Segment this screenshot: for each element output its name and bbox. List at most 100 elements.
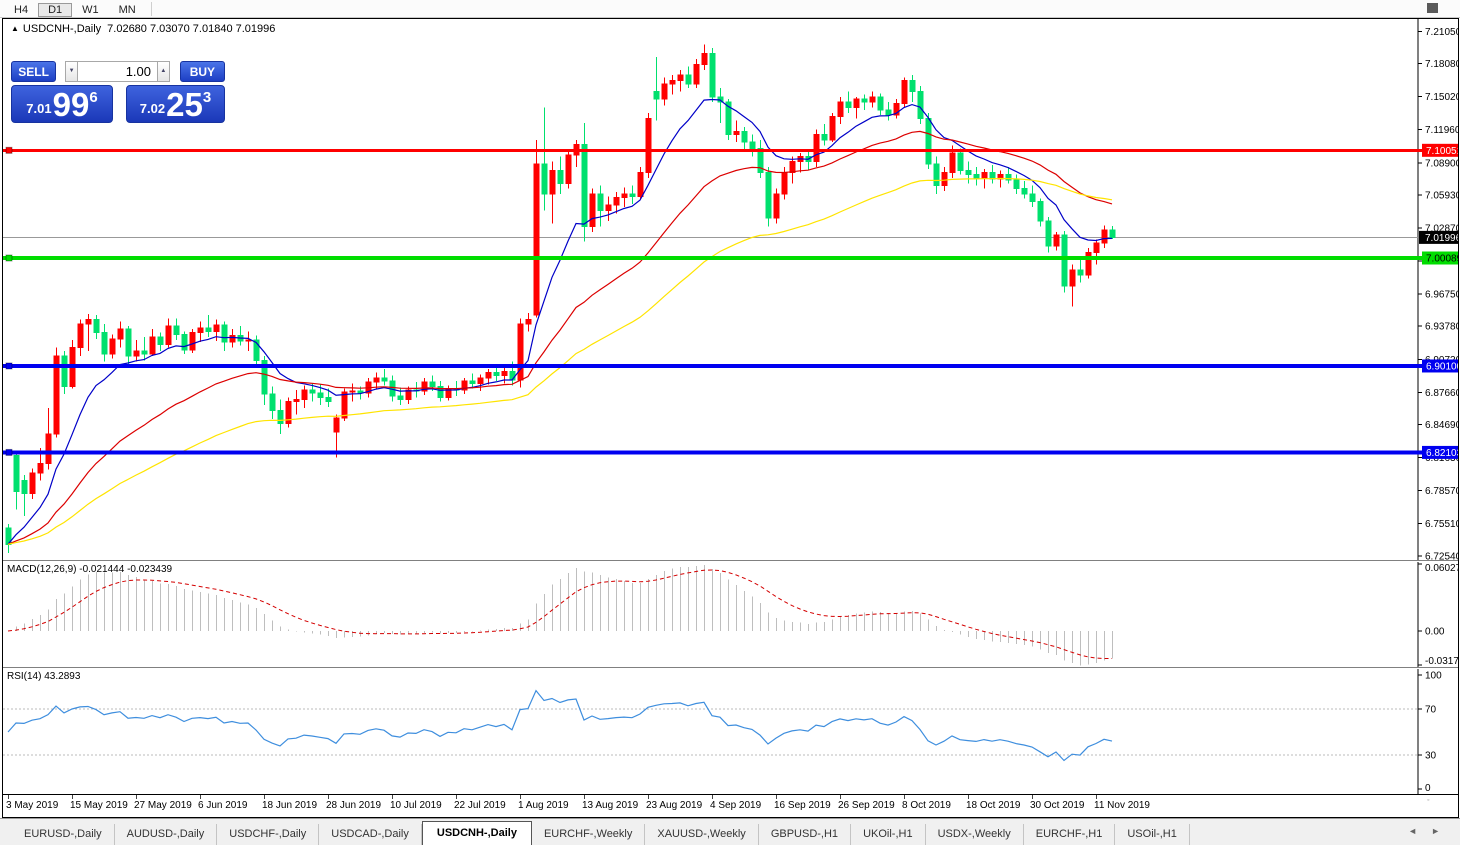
- svg-text:7.05930: 7.05930: [1425, 190, 1458, 201]
- svg-text:0.00: 0.00: [1425, 627, 1445, 638]
- rsi-pane[interactable]: RSI(14) 43.2893 100 70 30 0: [3, 669, 1458, 794]
- svg-text:6.78570: 6.78570: [1425, 486, 1458, 497]
- svg-text:6.90100: 6.90100: [1426, 361, 1458, 372]
- x-axis-tick: [840, 795, 841, 799]
- timeframe-toolbar: H4D1W1MN: [0, 0, 1460, 18]
- x-axis-tick: [1032, 795, 1033, 799]
- timeframe-buttons: H4D1W1MN: [4, 0, 146, 18]
- svg-text:0: 0: [1425, 783, 1431, 794]
- window-control-icon[interactable]: [1427, 3, 1438, 13]
- symbol-tab-eurchf-weekly[interactable]: EURCHF-,Weekly: [532, 824, 645, 845]
- svg-text:7.00089: 7.00089: [1426, 254, 1458, 265]
- rsi-label: RSI(14) 43.2893: [7, 671, 80, 682]
- rsi-line: [8, 691, 1112, 761]
- collapse-triangle-icon[interactable]: ▲: [11, 24, 19, 33]
- x-axis-tick: [392, 795, 393, 799]
- macd-chart[interactable]: 0.0602730.00-0.03172: [3, 562, 1458, 667]
- shift-marker-icon: ◦: [1427, 797, 1429, 804]
- price-chart-pane[interactable]: ▲USDCNH-,Daily7.02680 7.03070 7.01840 7.…: [3, 19, 1458, 560]
- buy-button[interactable]: BUY: [180, 61, 225, 82]
- x-axis-label: 11 Nov 2019: [1094, 800, 1150, 811]
- x-axis-tick: [776, 795, 777, 799]
- date-axis[interactable]: ◦ 3 May 201915 May 201927 May 20196 Jun …: [3, 794, 1458, 817]
- x-axis-label: 4 Sep 2019: [710, 800, 761, 811]
- buy-price-display[interactable]: 7.02 25 3: [126, 85, 225, 123]
- x-axis-label: 1 Aug 2019: [518, 800, 569, 811]
- volume-increase-button[interactable]: ▲: [157, 61, 170, 82]
- svg-text:0.060273: 0.060273: [1425, 563, 1458, 574]
- svg-text:7.15020: 7.15020: [1425, 92, 1458, 103]
- chart-window: ▲USDCNH-,Daily7.02680 7.03070 7.01840 7.…: [2, 18, 1459, 818]
- macd-label: MACD(12,26,9) -0.021444 -0.023439: [7, 564, 172, 575]
- x-axis-label: 26 Sep 2019: [838, 800, 895, 811]
- macd-pane[interactable]: MACD(12,26,9) -0.021444 -0.023439 0.0602…: [3, 562, 1458, 667]
- ma-60-line: [8, 179, 1112, 545]
- level-line-6.90100[interactable]: 6.90100: [3, 359, 1458, 372]
- buy-price-pips: 25: [166, 90, 203, 120]
- x-axis-tick: [584, 795, 585, 799]
- x-axis-tick: [200, 795, 201, 799]
- symbol-tab-usoil-h1[interactable]: USOil-,H1: [1115, 824, 1190, 845]
- x-axis-tick: [8, 795, 9, 799]
- symbol-period-label: USDCNH-,Daily: [23, 23, 101, 35]
- symbol-tab-usdcnh-daily[interactable]: USDCNH-,Daily: [422, 821, 532, 845]
- x-axis-label: 18 Jun 2019: [262, 800, 317, 811]
- symbol-tab-xauusd-weekly[interactable]: XAUUSD-,Weekly: [645, 824, 758, 845]
- x-axis-tick: [712, 795, 713, 799]
- symbol-tab-usdchf-daily[interactable]: USDCHF-,Daily: [217, 824, 319, 845]
- sell-price-point: 6: [89, 89, 97, 106]
- svg-text:30: 30: [1425, 750, 1437, 761]
- symbol-tab-ukoil-h1[interactable]: UKOil-,H1: [851, 824, 926, 845]
- svg-text:6.96750: 6.96750: [1425, 290, 1458, 301]
- level-line-7.10051[interactable]: 7.10051: [3, 144, 1458, 157]
- chart-tab-bar: EURUSD-,DailyAUDUSD-,DailyUSDCHF-,DailyU…: [0, 818, 1460, 845]
- level-line-7.00089[interactable]: 7.00089: [3, 252, 1458, 265]
- macd-histogram: [9, 565, 1113, 665]
- timeframe-button-d1[interactable]: D1: [38, 3, 72, 17]
- x-axis-label: 15 May 2019: [70, 800, 128, 811]
- x-axis-tick: [520, 795, 521, 799]
- svg-text:100: 100: [1425, 671, 1442, 682]
- timeframe-button-mn[interactable]: MN: [109, 3, 146, 17]
- x-axis-label: 18 Oct 2019: [966, 800, 1020, 811]
- symbol-tab-gbpusd-h1[interactable]: GBPUSD-,H1: [759, 824, 851, 845]
- x-axis-label: 6 Jun 2019: [198, 800, 248, 811]
- symbol-tab-usdcad-daily[interactable]: USDCAD-,Daily: [319, 824, 422, 845]
- svg-text:6.72540: 6.72540: [1425, 551, 1458, 560]
- price-axis: 7.210507.180807.150207.119607.089007.059…: [1418, 19, 1458, 560]
- sell-price-prefix: 7.01: [26, 101, 51, 116]
- x-axis-tick: [968, 795, 969, 799]
- buy-price-prefix: 7.02: [140, 101, 165, 116]
- sell-button[interactable]: SELL: [11, 61, 56, 82]
- symbol-tab-usdx-weekly[interactable]: USDX-,Weekly: [926, 824, 1024, 845]
- svg-text:6.87660: 6.87660: [1425, 388, 1458, 399]
- current-price-tag: 7.01996: [1419, 231, 1458, 244]
- x-axis-label: 8 Oct 2019: [902, 800, 951, 811]
- rsi-axis: 100 70 30 0: [1418, 669, 1442, 794]
- x-axis-label: 22 Jul 2019: [454, 800, 506, 811]
- level-line-6.82103[interactable]: 6.82103: [3, 446, 1458, 459]
- chart-title: ▲USDCNH-,Daily7.02680 7.03070 7.01840 7.…: [11, 23, 275, 35]
- svg-text:6.82103: 6.82103: [1426, 448, 1458, 459]
- x-axis-tick: [456, 795, 457, 799]
- timeframe-button-h4[interactable]: H4: [4, 3, 38, 17]
- svg-text:7.11960: 7.11960: [1425, 125, 1458, 136]
- symbol-tab-eurusd-daily[interactable]: EURUSD-,Daily: [12, 824, 115, 845]
- sell-price-display[interactable]: 7.01 99 6: [11, 85, 113, 123]
- macd-axis: 0.0602730.00-0.03172: [1418, 562, 1458, 667]
- symbol-tab-audusd-daily[interactable]: AUDUSD-,Daily: [115, 824, 218, 845]
- svg-text:70: 70: [1425, 705, 1437, 716]
- x-axis-tick: [72, 795, 73, 799]
- volume-decrease-button[interactable]: ▼: [65, 61, 78, 82]
- symbol-tab-eurchf-h1[interactable]: EURCHF-,H1: [1024, 824, 1116, 845]
- tab-scroll-arrows[interactable]: ◄►: [1408, 826, 1454, 836]
- volume-input[interactable]: [78, 61, 157, 82]
- x-axis-tick: [264, 795, 265, 799]
- svg-text:6.75510: 6.75510: [1425, 519, 1458, 530]
- tab-scroll-right-icon[interactable]: ►: [1431, 826, 1454, 836]
- x-axis-label: 27 May 2019: [134, 800, 192, 811]
- timeframe-button-w1[interactable]: W1: [72, 3, 109, 17]
- x-axis-label: 13 Aug 2019: [582, 800, 638, 811]
- rsi-chart[interactable]: 100 70 30 0: [3, 669, 1458, 794]
- tab-scroll-left-icon[interactable]: ◄: [1408, 826, 1431, 836]
